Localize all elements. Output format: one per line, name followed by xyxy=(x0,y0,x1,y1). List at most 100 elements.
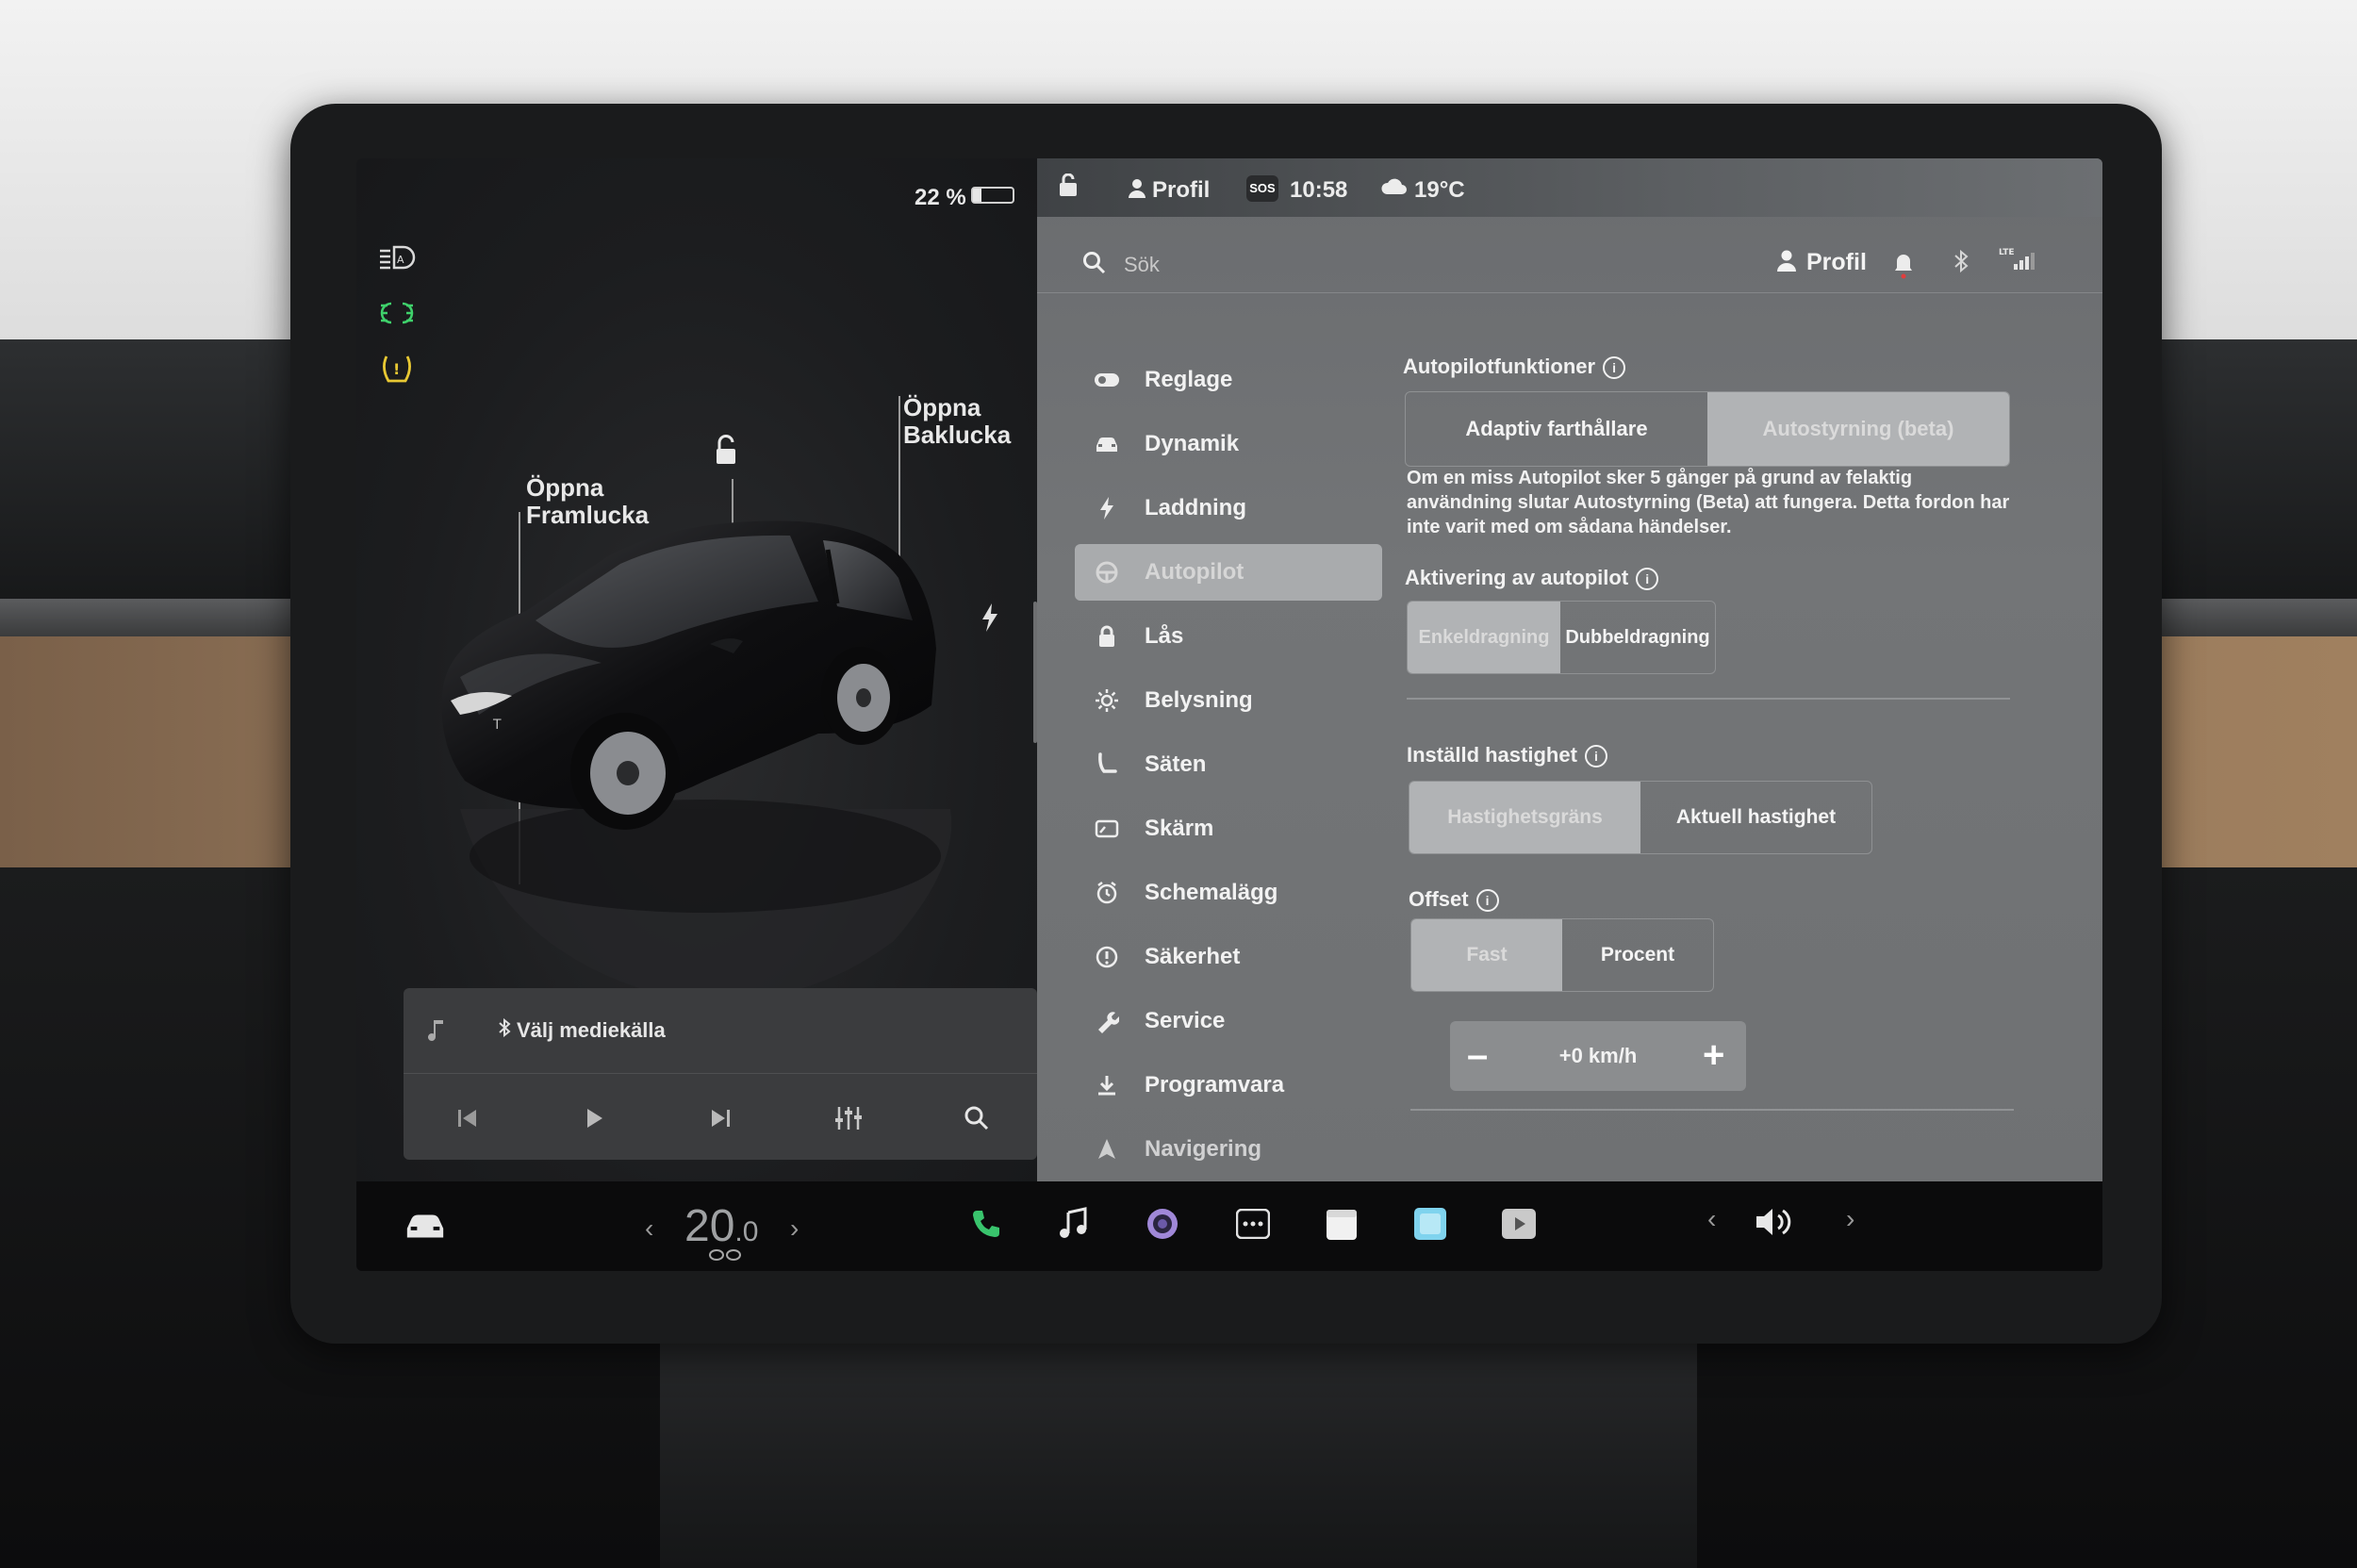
menu-item-laddning[interactable]: Laddning xyxy=(1075,480,1382,536)
menu-item-sakerhet[interactable]: Säkerhet xyxy=(1075,929,1382,985)
svg-text:A: A xyxy=(397,254,404,266)
next-track-button[interactable] xyxy=(701,1099,739,1137)
door-icon[interactable] xyxy=(1056,173,1080,206)
menu-item-skarm[interactable]: Skärm xyxy=(1075,801,1382,857)
open-trunk-label[interactable]: Öppna Baklucka xyxy=(903,394,1011,449)
menu-item-saten[interactable]: Säten xyxy=(1075,736,1382,793)
bluetooth-status-icon[interactable] xyxy=(1953,249,1969,278)
toybox-icon[interactable] xyxy=(1409,1202,1452,1246)
volume-decrease-chevron[interactable]: ‹ xyxy=(1707,1204,1716,1234)
menu-item-label: Navigering xyxy=(1145,1136,1262,1162)
car-icon xyxy=(1088,431,1126,457)
info-icon[interactable]: i xyxy=(1584,745,1607,768)
calendar-icon[interactable] xyxy=(1320,1202,1363,1246)
svg-text:T: T xyxy=(492,718,502,733)
offset-increase-button[interactable]: + xyxy=(1703,1034,1724,1077)
tire-pressure-warning-icon[interactable]: ! xyxy=(377,351,417,385)
option-speed-limit[interactable]: Hastighetsgräns xyxy=(1409,782,1640,853)
option-percent[interactable]: Procent xyxy=(1562,919,1713,991)
phone-icon[interactable] xyxy=(964,1202,1008,1246)
option-fixed[interactable]: Fast xyxy=(1411,919,1562,991)
parking-lights-icon[interactable] xyxy=(377,296,417,330)
menu-item-schemalagg[interactable]: Schemalägg xyxy=(1075,865,1382,921)
camera-icon[interactable] xyxy=(1141,1202,1184,1246)
autopilot-strike-description: Om en miss Autopilot sker 5 gånger på gr… xyxy=(1407,468,2010,537)
section-divider xyxy=(1410,1109,2014,1111)
info-icon[interactable]: i xyxy=(1475,889,1499,913)
offset-title: Offset i xyxy=(1409,887,1499,913)
option-double-pull[interactable]: Dubbeldragning xyxy=(1560,602,1715,673)
alert-icon xyxy=(1088,944,1126,970)
svg-text:LTE: LTE xyxy=(1999,248,2015,257)
play-button[interactable] xyxy=(575,1099,613,1137)
search-input[interactable]: Sök xyxy=(1124,253,1160,277)
offset-value: +0 km/h xyxy=(1558,1044,1638,1067)
option-adaptive-cruise[interactable]: Adaptiv farthållare xyxy=(1406,392,1707,466)
sos-icon[interactable]: SOS xyxy=(1246,175,1278,202)
topbar-profile-label[interactable]: Profil xyxy=(1152,177,1210,204)
toggle-icon xyxy=(1088,367,1126,393)
menu-item-label: Skärm xyxy=(1145,816,1214,841)
menu-item-label: Dynamik xyxy=(1145,431,1240,456)
unlock-icon[interactable] xyxy=(707,432,745,474)
volume-increase-chevron[interactable]: › xyxy=(1846,1204,1854,1234)
menu-item-autopilot[interactable]: Autopilot xyxy=(1075,544,1382,601)
media-player: Välj mediekälla xyxy=(404,988,1037,1160)
section-divider xyxy=(1407,698,2010,700)
notification-bell-icon[interactable] xyxy=(1893,251,1914,284)
theater-icon[interactable] xyxy=(1497,1202,1541,1246)
cabin-temperature[interactable]: 20.0 xyxy=(684,1200,758,1252)
menu-item-label: Autopilot xyxy=(1145,559,1244,585)
option-current-speed[interactable]: Aktuell hastighet xyxy=(1640,782,1871,853)
menu-item-label: Belysning xyxy=(1145,687,1253,713)
settings-search-bar[interactable]: Sök Profil LTE xyxy=(1037,226,2102,293)
profile-label[interactable]: Profil xyxy=(1806,249,1867,276)
menu-item-dynamik[interactable]: Dynamik xyxy=(1075,416,1382,472)
menu-item-label: Reglage xyxy=(1145,367,1233,392)
cloud-icon xyxy=(1380,175,1409,203)
topbar-profile-icon[interactable] xyxy=(1128,177,1146,206)
info-icon[interactable]: i xyxy=(1636,568,1659,591)
set-speed-selector: Hastighetsgräns Aktuell hastighet xyxy=(1409,781,1872,854)
car-visualization-pane: 22 % A ! Öppna Framlucka Öppna Baklucka xyxy=(356,158,1037,1181)
auto-headlights-icon[interactable]: A xyxy=(377,241,417,275)
music-note-icon xyxy=(428,1018,447,1049)
menu-item-reglage[interactable]: Reglage xyxy=(1075,352,1382,408)
volume-icon[interactable] xyxy=(1754,1200,1797,1244)
menu-item-las[interactable]: Lås xyxy=(1075,608,1382,665)
media-search-icon[interactable] xyxy=(958,1099,996,1137)
menu-item-belysning[interactable]: Belysning xyxy=(1075,672,1382,729)
touchscreen: 22 % A ! Öppna Framlucka Öppna Baklucka xyxy=(356,158,2102,1271)
previous-track-button[interactable] xyxy=(449,1099,486,1137)
equalizer-icon[interactable] xyxy=(830,1099,867,1137)
battery-fill xyxy=(973,189,982,202)
temp-increase-chevron[interactable]: › xyxy=(790,1213,799,1244)
temp-decrease-chevron[interactable]: ‹ xyxy=(645,1213,653,1244)
menu-item-programvara[interactable]: Programvara xyxy=(1075,1057,1382,1114)
svg-text:!: ! xyxy=(393,360,400,378)
more-apps-icon[interactable] xyxy=(1231,1202,1275,1246)
menu-item-navigering[interactable]: Navigering xyxy=(1075,1121,1382,1178)
search-icon xyxy=(1082,251,1107,280)
autopilot-features-selector: Adaptiv farthållare Autostyrning (beta) xyxy=(1405,391,2010,467)
menu-item-service[interactable]: Service xyxy=(1075,993,1382,1049)
seat-heater-icons[interactable] xyxy=(707,1247,745,1267)
info-icon[interactable]: i xyxy=(1603,356,1626,380)
lte-signal-icon: LTE xyxy=(1999,245,2040,276)
open-trunk-label-line2: Baklucka xyxy=(903,421,1012,449)
profile-icon[interactable] xyxy=(1776,249,1797,278)
temp-whole: 20 xyxy=(684,1201,735,1251)
autopilot-activation-title-text: Aktivering av autopilot xyxy=(1405,566,1629,589)
rear-wheel xyxy=(821,647,900,745)
car-3d-model[interactable]: T xyxy=(422,498,988,1026)
car-controls-icon[interactable] xyxy=(404,1204,447,1247)
download-icon xyxy=(1088,1072,1126,1098)
media-source-selector[interactable]: Välj mediekälla xyxy=(404,988,1037,1074)
menu-item-label: Schemalägg xyxy=(1145,880,1278,905)
option-single-pull[interactable]: Enkeldragning xyxy=(1408,602,1560,673)
autopilot-activation-selector: Enkeldragning Dubbeldragning xyxy=(1407,601,1716,674)
option-autosteer[interactable]: Autostyrning (beta) xyxy=(1707,392,2009,466)
autopilot-features-title: Autopilotfunktioner i xyxy=(1403,355,1626,380)
music-icon[interactable] xyxy=(1052,1202,1096,1246)
autopilot-features-title-text: Autopilotfunktioner xyxy=(1403,355,1596,378)
